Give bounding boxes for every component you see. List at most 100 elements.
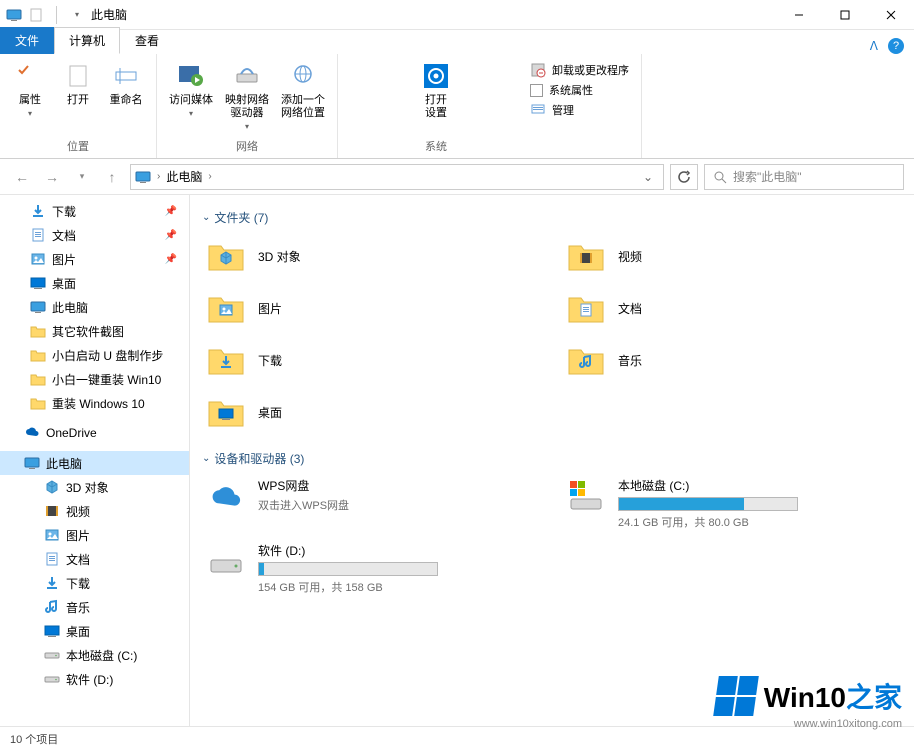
folder-icon	[30, 395, 46, 411]
drive-icon	[206, 542, 246, 582]
minimize-button[interactable]	[776, 0, 822, 30]
picture-icon	[30, 251, 46, 267]
recent-dropdown[interactable]: ▾	[70, 165, 94, 189]
qat-dropdown-icon[interactable]: ▾	[69, 7, 85, 23]
back-button[interactable]: ←	[10, 165, 34, 189]
ribbon-group-location: 属性 ▾ 打开 重命名 位置	[0, 54, 157, 158]
up-button[interactable]: ↑	[100, 165, 124, 189]
folder-item[interactable]: 3D 对象	[202, 232, 542, 280]
drive-item[interactable]: WPS网盘双击进入WPS网盘	[202, 473, 542, 534]
folder-item[interactable]: 桌面	[202, 388, 542, 436]
system-properties-button[interactable]: 系统属性	[526, 80, 633, 100]
ribbon-group-network: 访问媒体 ▾ 映射网络 驱动器 ▾ 添加一个 网络位置 网络	[157, 54, 338, 158]
folder-item[interactable]: 图片	[202, 284, 542, 332]
pin-icon: 📌	[165, 254, 177, 265]
navitem-onedrive[interactable]: OneDrive	[0, 421, 189, 445]
navitem-文档[interactable]: 文档📌	[0, 223, 189, 247]
navitem-音乐[interactable]: 音乐	[0, 595, 189, 619]
chevron-right-icon[interactable]: ›	[208, 171, 211, 182]
open-icon	[62, 60, 94, 92]
pc-icon	[24, 455, 40, 471]
3d-icon	[44, 479, 60, 495]
navitem-下载[interactable]: 下载📌	[0, 199, 189, 223]
navitem-重装 Windows 10[interactable]: 重装 Windows 10	[0, 391, 189, 415]
navitem-桌面[interactable]: 桌面	[0, 619, 189, 643]
3d-folder-icon	[206, 236, 246, 276]
navitem-其它软件截图[interactable]: 其它软件截图	[0, 319, 189, 343]
pc-icon	[30, 299, 46, 315]
manage-icon	[530, 102, 546, 118]
navitem-图片[interactable]: 图片📌	[0, 247, 189, 271]
close-button[interactable]	[868, 0, 914, 30]
folder-item[interactable]: 文档	[562, 284, 902, 332]
group-label: 位置	[67, 136, 89, 158]
video-icon	[44, 503, 60, 519]
ribbon-group-system: 打开 设置 系统 卸载或更改程序 系统属性 管理	[338, 54, 642, 158]
checkbox-icon	[530, 84, 543, 97]
navitem-桌面[interactable]: 桌面	[0, 271, 189, 295]
devices-header[interactable]: ⌄ 设备和驱动器 (3)	[202, 444, 902, 473]
usage-bar	[618, 497, 798, 511]
desktop-folder-icon	[206, 392, 246, 432]
folders-header[interactable]: ⌄ 文件夹 (7)	[202, 203, 902, 232]
navitem-软件 (D:)[interactable]: 软件 (D:)	[0, 667, 189, 691]
collapse-ribbon-icon[interactable]: ᐱ	[870, 39, 878, 53]
drive-item[interactable]: 本地磁盘 (C:)24.1 GB 可用，共 80.0 GB	[562, 473, 902, 534]
open-settings-button[interactable]: 打开 设置	[414, 58, 458, 136]
tab-file[interactable]: 文件	[0, 27, 54, 54]
properties-button[interactable]: 属性 ▾	[8, 58, 52, 136]
map-drive-button[interactable]: 映射网络 驱动器 ▾	[221, 58, 273, 136]
navitem-本地磁盘 (C:)[interactable]: 本地磁盘 (C:)	[0, 643, 189, 667]
navitem-文档[interactable]: 文档	[0, 547, 189, 571]
address-bar[interactable]: › 此电脑 › ⌄	[130, 164, 664, 190]
navitem-视频[interactable]: 视频	[0, 499, 189, 523]
folder-item[interactable]: 音乐	[562, 336, 902, 384]
add-network-location-button[interactable]: 添加一个 网络位置	[277, 58, 329, 136]
pin-icon: 📌	[165, 230, 177, 241]
drive-icon	[44, 647, 60, 663]
drive-item[interactable]: 软件 (D:)154 GB 可用，共 158 GB	[202, 538, 542, 599]
forward-button[interactable]: →	[40, 165, 64, 189]
navitem-下载[interactable]: 下载	[0, 571, 189, 595]
navitem-小白一键重装 Win10[interactable]: 小白一键重装 Win10	[0, 367, 189, 391]
qat-new-icon[interactable]	[28, 7, 44, 23]
group-label: 系统	[346, 136, 526, 158]
manage-button[interactable]: 管理	[526, 100, 633, 120]
search-input[interactable]: 搜索"此电脑"	[704, 164, 904, 190]
group-label: 网络	[236, 136, 258, 158]
pin-icon: 📌	[165, 206, 177, 217]
desktop-icon	[30, 275, 46, 291]
dropdown-icon: ▾	[189, 109, 193, 118]
navitem-3D 对象[interactable]: 3D 对象	[0, 475, 189, 499]
open-button[interactable]: 打开	[56, 58, 100, 136]
windows-logo-icon	[713, 676, 759, 716]
windrive-icon	[566, 477, 606, 517]
uninstall-button[interactable]: 卸载或更改程序	[526, 60, 633, 80]
doc-icon	[44, 551, 60, 567]
tab-view[interactable]: 查看	[120, 27, 174, 54]
access-media-button[interactable]: 访问媒体 ▾	[165, 58, 217, 136]
navitem-此电脑[interactable]: 此电脑	[0, 295, 189, 319]
help-icon[interactable]: ?	[888, 38, 904, 54]
music-folder-icon	[566, 340, 606, 380]
map-drive-icon	[231, 60, 263, 92]
chevron-right-icon[interactable]: ›	[157, 171, 160, 182]
address-dropdown-icon[interactable]: ⌄	[637, 170, 659, 184]
navitem-this-pc[interactable]: 此电脑	[0, 451, 189, 475]
app-icon	[6, 7, 22, 23]
folder-item[interactable]: 下载	[202, 336, 542, 384]
maximize-button[interactable]	[822, 0, 868, 30]
navitem-图片[interactable]: 图片	[0, 523, 189, 547]
video-folder-icon	[566, 236, 606, 276]
tab-computer[interactable]: 计算机	[54, 27, 120, 54]
doc-icon	[30, 227, 46, 243]
navitem-小白启动 U 盘制作步[interactable]: 小白启动 U 盘制作步	[0, 343, 189, 367]
refresh-button[interactable]	[670, 164, 698, 190]
rename-button[interactable]: 重命名	[104, 58, 148, 136]
breadcrumb-segment[interactable]: 此电脑	[166, 168, 202, 185]
drive-icon	[44, 671, 60, 687]
window-title: 此电脑	[91, 6, 127, 23]
folder-item[interactable]: 视频	[562, 232, 902, 280]
download-icon	[30, 203, 46, 219]
ribbon: 属性 ▾ 打开 重命名 位置 访问媒体 ▾ 映射网络 驱动器	[0, 54, 914, 159]
